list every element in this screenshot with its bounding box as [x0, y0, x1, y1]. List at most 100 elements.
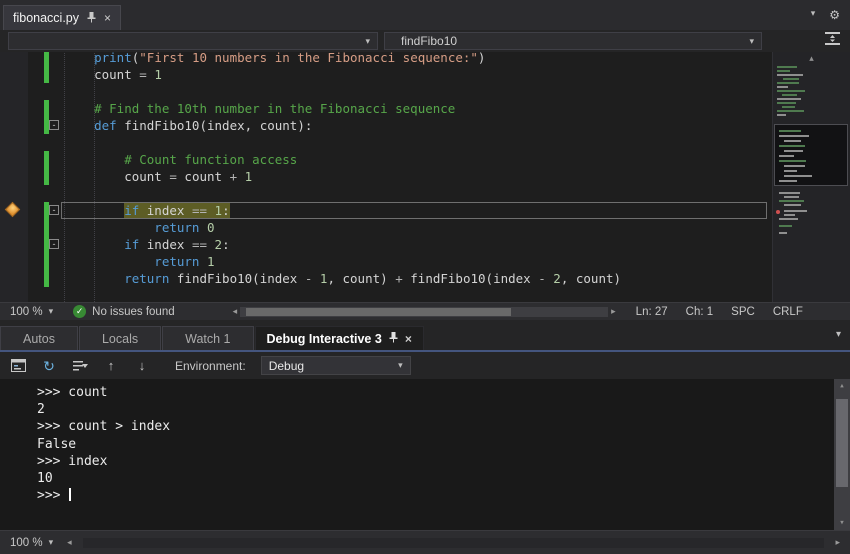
minimap-line [779, 200, 804, 202]
code-line[interactable] [0, 134, 770, 151]
chevron-down-icon[interactable]: ▾ [811, 8, 816, 22]
gear-icon[interactable]: ⚙ [829, 8, 840, 22]
console-line: 2 [37, 402, 828, 419]
minimap-line [779, 180, 797, 182]
panel-tab-label: Locals [102, 332, 138, 346]
code-editor[interactable]: print("First 10 numbers in the Fibonacci… [0, 52, 850, 302]
scrollbar-thumb[interactable] [836, 399, 848, 487]
spaces-indicator: SPC [731, 306, 755, 318]
panel-tab-debug-interactive-3[interactable]: Debug Interactive 3× [255, 326, 424, 350]
current-statement-highlight: if index == 1: [124, 203, 229, 218]
minimap[interactable]: ▴ [772, 52, 850, 302]
text-cursor [69, 488, 71, 501]
chevron-down-icon: ▾ [749, 36, 754, 47]
minimap-line [777, 74, 803, 76]
code-line-text: return findFibo10(index - 1, count) + fi… [0, 270, 770, 287]
fold-toggle-icon[interactable] [49, 205, 59, 215]
code-line[interactable]: if index == 2: [0, 236, 770, 253]
history-icon[interactable] [72, 358, 88, 374]
code-line[interactable]: return 0 [0, 219, 770, 236]
console-line: >>> count [37, 385, 828, 402]
code-line[interactable] [0, 185, 770, 202]
change-indicator [44, 253, 49, 270]
console-line: >>> count > index [37, 419, 828, 436]
document-tab-fibonacci[interactable]: fibonacci.py × [3, 5, 121, 30]
fold-toggle-icon[interactable] [49, 120, 59, 130]
code-line-text: return 0 [0, 219, 770, 236]
editor-status-bar: 100 % ▾ ✓ No issues found ◂ ▸ Ln: 27 Ch:… [0, 302, 850, 320]
issues-indicator[interactable]: ✓ No issues found [73, 305, 174, 318]
scroll-up-icon[interactable]: ▴ [773, 53, 850, 64]
environment-dropdown[interactable]: Debug ▾ [261, 356, 411, 375]
environment-label: Environment: [175, 359, 246, 373]
console-line: >>> [37, 488, 828, 505]
horizontal-scrollbar[interactable] [240, 307, 608, 317]
zoom-control[interactable]: 100 % ▾ [10, 537, 53, 549]
pin-icon[interactable] [87, 11, 96, 26]
history-previous-icon[interactable]: ↑ [103, 358, 119, 374]
code-line-text: count = 1 [0, 66, 770, 83]
panel-tab-locals[interactable]: Locals [79, 326, 161, 350]
zoom-control[interactable]: 100 % ▾ [10, 306, 53, 318]
interactive-console[interactable]: >>> count2>>> count > indexFalse>>> inde… [0, 379, 850, 530]
column-indicator: Ch: 1 [686, 306, 714, 318]
scope-dropdown[interactable]: ▾ [8, 32, 378, 50]
line-ending-indicator: CRLF [773, 306, 803, 318]
minimap-line [779, 232, 787, 234]
pin-icon[interactable] [389, 331, 398, 346]
scroll-down-icon[interactable]: ▾ [834, 518, 850, 528]
minimap-line [783, 78, 799, 80]
panel-tab-watch-1[interactable]: Watch 1 [162, 326, 253, 350]
member-dropdown[interactable]: findFibo10 ▾ [384, 32, 762, 50]
scroll-left-icon[interactable]: ◂ [67, 537, 72, 548]
code-line[interactable]: count = 1 [0, 66, 770, 83]
minimap-line [777, 70, 790, 72]
panel-menu-chevron-icon[interactable]: ▾ [836, 329, 841, 340]
change-indicator [44, 52, 49, 66]
interactive-toolbar: ↻ ↑ ↓ Environment: Debug ▾ [0, 352, 850, 379]
history-next-icon[interactable]: ↓ [134, 358, 150, 374]
code-lines[interactable]: print("First 10 numbers in the Fibonacci… [0, 52, 770, 302]
minimap-line [784, 210, 807, 212]
code-line[interactable]: count = count + 1 [0, 168, 770, 185]
chevron-down-icon: ▾ [49, 537, 54, 548]
vertical-scrollbar[interactable]: ▴ ▾ [834, 379, 850, 530]
scrollbar-thumb[interactable] [246, 308, 511, 316]
code-line[interactable]: if index == 1: [0, 202, 770, 219]
member-dropdown-value: findFibo10 [401, 34, 457, 48]
scroll-up-icon[interactable]: ▴ [834, 381, 850, 391]
window-controls: ▾ ⚙ [811, 8, 840, 22]
close-icon[interactable]: × [104, 11, 111, 25]
panel-tab-label: Watch 1 [185, 332, 230, 346]
code-line[interactable] [0, 287, 770, 302]
code-line[interactable]: print("First 10 numbers in the Fibonacci… [0, 52, 770, 66]
code-line[interactable]: return findFibo10(index - 1, count) + fi… [0, 270, 770, 287]
code-line[interactable]: # Count function access [0, 151, 770, 168]
document-tab-strip: fibonacci.py × ▾ ⚙ [0, 0, 850, 30]
split-editor-icon[interactable] [825, 32, 840, 50]
horizontal-scrollbar[interactable] [83, 538, 825, 548]
minimap-line [784, 150, 803, 152]
code-line[interactable]: return 1 [0, 253, 770, 270]
interactive-window-icon[interactable] [10, 358, 26, 374]
code-line[interactable]: def findFibo10(index, count): [0, 117, 770, 134]
check-icon: ✓ [73, 305, 86, 318]
reset-repl-icon[interactable]: ↻ [41, 358, 57, 374]
scroll-right-icon[interactable]: ▸ [835, 537, 840, 548]
panel-tab-autos[interactable]: Autos [0, 326, 78, 350]
minimap-line [777, 110, 804, 112]
code-line-text: # Count function access [0, 151, 770, 168]
fold-toggle-icon[interactable] [49, 239, 59, 249]
change-indicator [44, 270, 49, 287]
scroll-right-icon[interactable]: ▸ [611, 306, 616, 317]
scroll-left-icon[interactable]: ◂ [233, 306, 238, 317]
close-icon[interactable]: × [405, 332, 412, 346]
minimap-line [782, 106, 795, 108]
minimap-line [784, 175, 812, 177]
code-line-text: return 1 [0, 253, 770, 270]
change-indicator [44, 100, 49, 117]
code-line[interactable] [0, 83, 770, 100]
console-output[interactable]: >>> count2>>> count > indexFalse>>> inde… [37, 385, 828, 505]
code-line[interactable]: # Find the 10th number in the Fibonacci … [0, 100, 770, 117]
editor-toolbar-right [825, 32, 840, 50]
